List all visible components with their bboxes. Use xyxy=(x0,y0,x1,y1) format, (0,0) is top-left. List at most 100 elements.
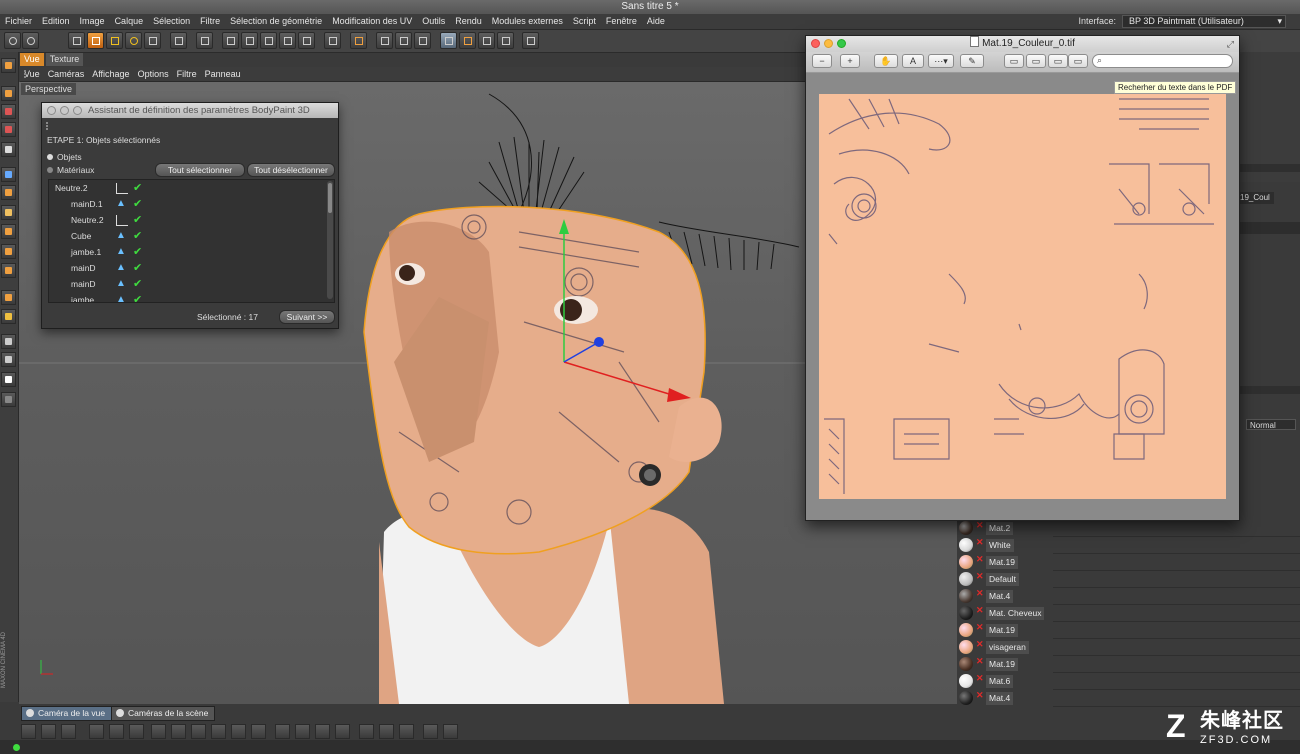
list-item[interactable]: ✕ Mat.19 xyxy=(957,622,1300,639)
menu-selection-geometrie[interactable]: Sélection de géométrie xyxy=(225,14,327,29)
zoom-in-icon[interactable]: + xyxy=(840,54,860,68)
list-item[interactable]: jambe ▲ ✔ xyxy=(49,292,329,302)
brush-mode-icon-1[interactable] xyxy=(222,32,239,49)
redo-icon[interactable] xyxy=(22,32,39,49)
live-selection-icon[interactable] xyxy=(68,32,85,49)
display-mode-icon[interactable] xyxy=(522,32,539,49)
zoom-icon[interactable] xyxy=(1,352,16,367)
layout-icon-3[interactable] xyxy=(61,724,76,739)
zoom-out-icon[interactable]: − xyxy=(812,54,832,68)
move-tool-icon[interactable] xyxy=(87,32,104,49)
check-icon[interactable]: ✔ xyxy=(133,180,142,196)
menu-calque[interactable]: Calque xyxy=(110,14,149,29)
tab-cameras-scene[interactable]: Caméras de la scène xyxy=(111,706,216,721)
select-all-button[interactable]: Tout sélectionner xyxy=(155,163,245,177)
eraser-icon[interactable] xyxy=(1,205,16,220)
check-icon[interactable]: ✔ xyxy=(133,276,142,292)
brush-mode-icon-4[interactable] xyxy=(279,32,296,49)
annotate-icon[interactable]: ✎ xyxy=(960,54,984,68)
layout-icon-2[interactable] xyxy=(41,724,56,739)
hand-tool-icon[interactable]: ✋ xyxy=(874,54,898,68)
list-item[interactable]: Neutre.2 ✔ xyxy=(49,180,329,196)
axis-tool-icon[interactable] xyxy=(1,58,16,73)
list-item[interactable]: ✕ Mat.4 xyxy=(957,588,1300,605)
fullscreen-icon[interactable]: ⤢ xyxy=(1227,36,1234,52)
view-menu-affichage[interactable]: Affichage xyxy=(88,67,133,81)
layout-icon-19[interactable] xyxy=(399,724,414,739)
undo-icon[interactable] xyxy=(4,32,21,49)
view-sidebar-icon[interactable]: ▭ xyxy=(1026,54,1046,68)
list-item[interactable]: Neutre.2 ✔ xyxy=(49,212,329,228)
layout-icon-10[interactable] xyxy=(211,724,226,739)
layout-icon-5[interactable] xyxy=(109,724,124,739)
text-select-icon[interactable]: A xyxy=(902,54,924,68)
view-thumbnails-icon[interactable]: ▭ xyxy=(1048,54,1068,68)
list-item[interactable]: ✕ Mat.19 xyxy=(957,554,1300,571)
minimize-icon[interactable] xyxy=(60,106,69,115)
polygon-mode-icon[interactable] xyxy=(459,32,476,49)
menu-aide[interactable]: Aide xyxy=(642,14,670,29)
menu-image[interactable]: Image xyxy=(75,14,110,29)
projection-icon[interactable] xyxy=(324,32,341,49)
layout-icon-18[interactable] xyxy=(379,724,394,739)
list-item[interactable]: ✕ Mat. Cheveux xyxy=(957,605,1300,622)
interface-dropdown[interactable]: BP 3D Paintmatt (Utilisateur) xyxy=(1122,14,1286,28)
list-item[interactable]: jambe.1 ▲ ✔ xyxy=(49,244,329,260)
layout-icon-11[interactable] xyxy=(231,724,246,739)
uv-texture-image[interactable] xyxy=(819,94,1226,499)
list-item[interactable]: ✕ Mat.2 xyxy=(957,520,1300,537)
checker-icon[interactable] xyxy=(144,32,161,49)
brush-mode-icon-3[interactable] xyxy=(260,32,277,49)
edge-mode-icon[interactable] xyxy=(478,32,495,49)
list-item[interactable]: ✕ Mat.19 xyxy=(957,656,1300,673)
menu-outils[interactable]: Outils xyxy=(417,14,450,29)
render-view-icon[interactable] xyxy=(376,32,393,49)
brush-mode-icon-5[interactable] xyxy=(298,32,315,49)
close-icon[interactable] xyxy=(47,106,56,115)
delete-icon[interactable]: ✕ xyxy=(976,588,984,599)
layout-icon-6[interactable] xyxy=(129,724,144,739)
layout-icon-21[interactable] xyxy=(443,724,458,739)
line-tool-icon[interactable] xyxy=(1,290,16,305)
radio-materiaux[interactable]: Matériaux xyxy=(47,165,94,175)
zoom-icon[interactable] xyxy=(837,39,846,48)
view-menu-panneau[interactable]: Panneau xyxy=(201,67,245,81)
shape-tool-icon[interactable] xyxy=(1,309,16,324)
selection-icon[interactable] xyxy=(1,104,16,119)
rotate-tool-icon[interactable] xyxy=(125,32,142,49)
paint-setup-icon[interactable] xyxy=(170,32,187,49)
magic-wand-icon[interactable] xyxy=(1,122,16,137)
render-picture-icon[interactable] xyxy=(395,32,412,49)
zoom-icon[interactable] xyxy=(73,106,82,115)
layout-icon-17[interactable] xyxy=(359,724,374,739)
deselect-all-button[interactable]: Tout désélectionner xyxy=(247,163,335,177)
layout-icon-4[interactable] xyxy=(89,724,104,739)
view-menu-filtre[interactable]: Filtre xyxy=(173,67,201,81)
tab-camera-vue[interactable]: Caméra de la vue xyxy=(21,706,113,721)
layout-icon-16[interactable] xyxy=(335,724,350,739)
menu-selection[interactable]: Sélection xyxy=(148,14,195,29)
layout-icon-12[interactable] xyxy=(251,724,266,739)
view-single-icon[interactable]: ▭ xyxy=(1004,54,1024,68)
list-scrollbar[interactable] xyxy=(327,181,333,299)
list-item[interactable]: mainD ▲ ✔ xyxy=(49,260,329,276)
layout-icon-8[interactable] xyxy=(171,724,186,739)
layout-icon-15[interactable] xyxy=(315,724,330,739)
fill-icon[interactable] xyxy=(1,263,16,278)
move-icon[interactable] xyxy=(1,86,16,101)
delete-icon[interactable]: ✕ xyxy=(976,690,984,701)
color-swatch-icon[interactable] xyxy=(1,372,16,387)
view-menu-cameras[interactable]: Caméras xyxy=(44,67,89,81)
list-item[interactable]: ✕ Default xyxy=(957,571,1300,588)
delete-icon[interactable]: ✕ xyxy=(976,673,984,684)
eyedropper-icon[interactable] xyxy=(1,334,16,349)
layout-icon-7[interactable] xyxy=(151,724,166,739)
delete-icon[interactable]: ✕ xyxy=(976,571,984,582)
check-icon[interactable]: ✔ xyxy=(133,244,142,260)
delete-icon[interactable]: ✕ xyxy=(976,639,984,650)
delete-icon[interactable]: ✕ xyxy=(976,554,984,565)
list-item[interactable]: ✕ White xyxy=(957,537,1300,554)
menu-rendu[interactable]: Rendu xyxy=(450,14,487,29)
point-mode-icon[interactable] xyxy=(497,32,514,49)
view-contact-sheet-icon[interactable]: ▭ xyxy=(1068,54,1088,68)
